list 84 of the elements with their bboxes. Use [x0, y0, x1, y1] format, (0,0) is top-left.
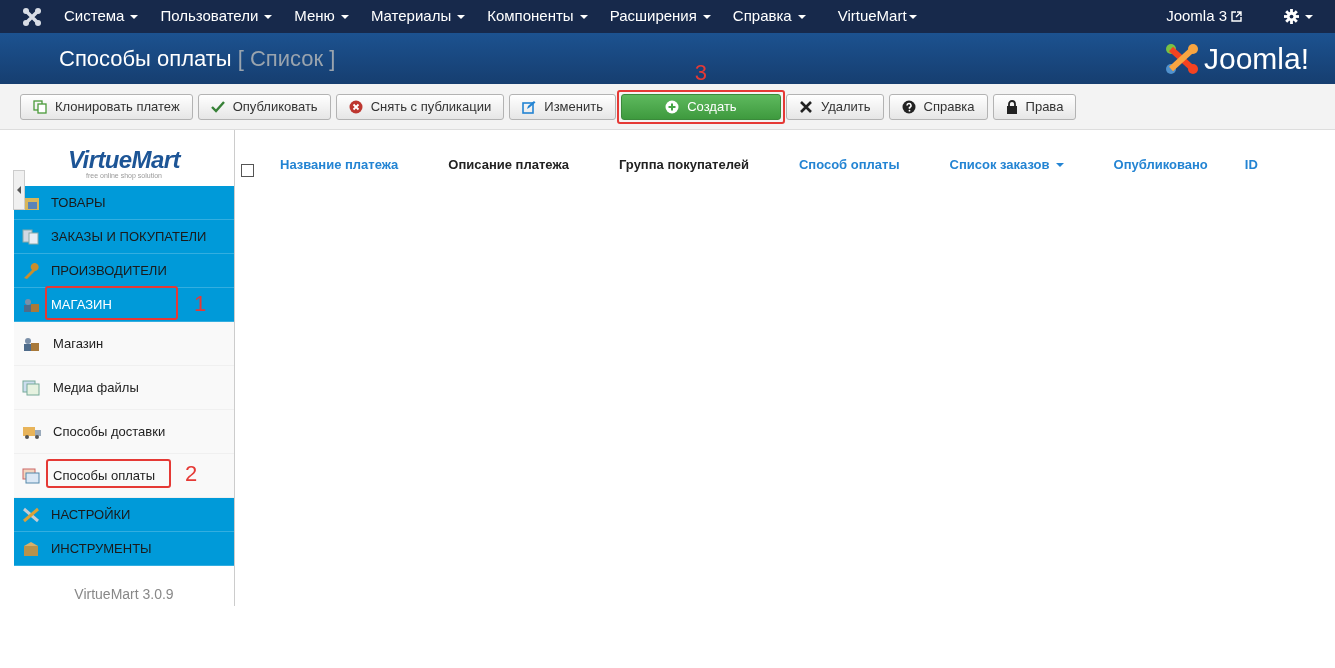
- toolbar-button[interactable]: Справка: [888, 93, 988, 120]
- shopkeeper-icon: [22, 296, 40, 313]
- card-icon: [22, 467, 40, 484]
- toolbar-button[interactable]: Права: [992, 93, 1077, 120]
- sidebar-section[interactable]: ЗАКАЗЫ И ПОКУПАТЕЛИ: [14, 220, 234, 254]
- section-label: ТОВАРЫ: [51, 194, 106, 210]
- sidebar-section[interactable]: ТОВАРЫ: [14, 186, 234, 220]
- sidebar-item[interactable]: Медиа файлы: [14, 366, 234, 410]
- callout-number: 1: [194, 292, 207, 315]
- column-header[interactable]: Опубликовано: [1113, 154, 1208, 175]
- collapse-arrow-icon: [17, 186, 21, 194]
- caret-icon: [579, 14, 588, 19]
- lock-icon: [1005, 99, 1018, 114]
- section-label: ИНСТРУМЕНТЫ: [51, 540, 152, 556]
- caret-icon: [908, 14, 917, 19]
- section-label: НАСТРОЙКИ: [51, 506, 131, 522]
- caret-icon: [1055, 162, 1064, 167]
- select-all-checkbox[interactable]: [241, 164, 254, 177]
- sidebar-section[interactable]: НАСТРОЙКИ: [14, 498, 234, 532]
- joomla-icon[interactable]: [22, 6, 42, 27]
- menu-item[interactable]: Система: [64, 5, 139, 28]
- toolbar-button[interactable]: Клонировать платеж: [20, 93, 193, 120]
- site-link[interactable]: Joomla 3: [1166, 5, 1242, 28]
- caret-icon: [130, 14, 139, 19]
- settings-icon: [1284, 9, 1299, 24]
- caret-icon: [702, 14, 711, 19]
- menu-item[interactable]: Справка: [732, 5, 806, 28]
- item-label: Способы оплаты: [53, 467, 156, 483]
- item-label: Медиа файлы: [53, 379, 139, 395]
- callout-number: 3: [694, 61, 708, 84]
- documents-icon: [22, 228, 40, 245]
- column-header[interactable]: Список заказов: [949, 154, 1064, 175]
- copy-icon: [33, 99, 47, 114]
- caret-icon: [340, 14, 349, 19]
- toolbar-button[interactable]: Изменить: [509, 93, 616, 120]
- sidebar-toggle[interactable]: [13, 170, 25, 210]
- column-header[interactable]: Способ оплаты: [798, 154, 900, 175]
- sidebar-item[interactable]: Способы оплаты 2: [14, 454, 234, 498]
- menu-item[interactable]: Материалы: [370, 5, 466, 28]
- section-label: МАГАЗИН: [51, 296, 112, 312]
- settings-menu[interactable]: [1284, 9, 1313, 24]
- toolbar-button[interactable]: Опубликовать: [197, 93, 331, 120]
- menu-item[interactable]: Компоненты: [487, 5, 588, 28]
- remove-icon: [348, 99, 363, 114]
- version-label: VirtueMart 3.0.9: [74, 585, 174, 604]
- box-icon: [22, 540, 40, 557]
- sidebar-item[interactable]: Способы доставки: [14, 410, 234, 454]
- edit-icon: [522, 99, 537, 114]
- wrench-icon: [22, 262, 40, 279]
- menu-item[interactable]: Пользователи: [160, 5, 273, 28]
- item-label: Магазин: [53, 335, 104, 351]
- menu-item[interactable]: VirtueMart: [837, 5, 917, 28]
- logo-text: Joomla!: [1203, 41, 1309, 77]
- menu-item[interactable]: Расширения: [609, 5, 711, 28]
- caret-icon: [797, 14, 806, 19]
- help-icon: [901, 99, 916, 114]
- caret-icon: [264, 14, 273, 19]
- column-header: Группа покупателей: [619, 155, 749, 174]
- sidebar-section[interactable]: ИНСТРУМЕНТЫ: [14, 532, 234, 566]
- callout-number: 2: [185, 462, 198, 485]
- joomla-logo-icon: [1163, 41, 1200, 76]
- section-label: ПРОИЗВОДИТЕЛИ: [51, 262, 167, 278]
- virtuemart-logo: VirtueMart: [68, 147, 180, 172]
- page-subtitle: [ Список ]: [237, 45, 336, 73]
- menu-item[interactable]: Меню: [294, 5, 349, 28]
- close-icon: [798, 99, 813, 114]
- column-header[interactable]: Название платежа: [280, 154, 399, 175]
- page-title: Способы оплаты: [59, 45, 232, 73]
- plus-icon: [665, 99, 680, 114]
- check-icon: [210, 99, 225, 114]
- sidebar-section[interactable]: ПРОИЗВОДИТЕЛИ: [14, 254, 234, 288]
- column-header: Описание платежа: [448, 155, 569, 174]
- toolbar-button[interactable]: Снять с публикации: [335, 93, 505, 120]
- caret-icon: [1305, 14, 1313, 19]
- caret-icon: [457, 14, 466, 19]
- external-link-icon: [1231, 11, 1242, 22]
- toolbar-button[interactable]: Удалить: [785, 93, 884, 120]
- section-label: ЗАКАЗЫ И ПОКУПАТЕЛИ: [51, 228, 207, 244]
- images-icon: [22, 379, 40, 396]
- tools-icon: [22, 506, 40, 523]
- sidebar-item[interactable]: Магазин: [14, 322, 234, 366]
- shopkeeper-icon: [22, 335, 40, 352]
- column-header[interactable]: ID: [1244, 154, 1258, 175]
- item-label: Способы доставки: [53, 423, 166, 439]
